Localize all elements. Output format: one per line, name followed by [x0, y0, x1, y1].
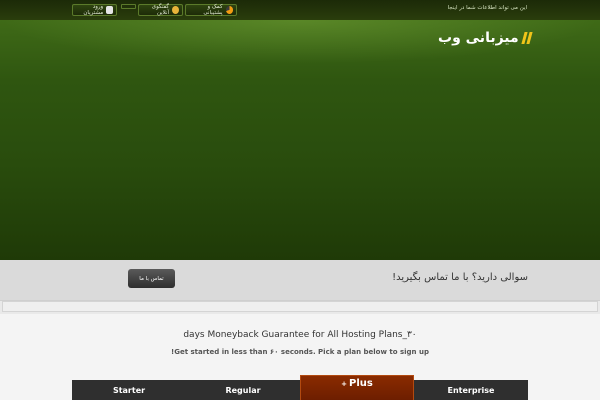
- live-chat-label: گفتگوی آنلاین: [151, 4, 170, 16]
- top-bar: این می تواند اطلاعات شما در اینجا کمک و …: [0, 0, 600, 20]
- site-logo[interactable]: میزبانی وب: [438, 30, 533, 46]
- pricing-subline: !Get started in less than ۶۰ seconds. Pi…: [171, 348, 429, 356]
- tab-enterprise[interactable]: Enterprise: [414, 380, 528, 400]
- top-notice: این می تواند اطلاعات شما در اینجا: [447, 5, 527, 11]
- contact-bar: سوالی دارید؟ با ما تماس بگیرید! تماس با …: [0, 260, 600, 301]
- contact-us-button[interactable]: تماس با ما: [128, 269, 175, 288]
- support-icon: [225, 6, 233, 14]
- small-toggle[interactable]: [121, 4, 136, 9]
- logo-text: میزبانی وب: [438, 30, 519, 46]
- tab-starter[interactable]: Starter: [72, 380, 186, 400]
- chat-icon: [172, 6, 179, 14]
- logo-mark-icon: [521, 32, 533, 44]
- hero-banner: [0, 20, 600, 260]
- support-label: کمک و پشتیبانی: [203, 4, 223, 16]
- tab-regular[interactable]: Regular: [186, 380, 300, 400]
- tab-plus-badge: +: [341, 380, 348, 388]
- live-chat-button[interactable]: گفتگوی آنلاین: [138, 4, 183, 16]
- tab-plus[interactable]: + Plus: [300, 375, 414, 400]
- support-button[interactable]: کمک و پشتیبانی: [185, 4, 237, 16]
- contact-question: سوالی دارید؟ با ما تماس بگیرید!: [392, 272, 528, 283]
- user-icon: [106, 6, 113, 14]
- pricing-headline: days Moneyback Guarantee for All Hosting…: [183, 330, 417, 340]
- tab-plus-label: Plus: [349, 378, 373, 389]
- client-login-label: ورود مشتریان: [83, 4, 104, 16]
- client-login-button[interactable]: ورود مشتریان: [72, 4, 117, 16]
- divider-strip: [2, 301, 598, 312]
